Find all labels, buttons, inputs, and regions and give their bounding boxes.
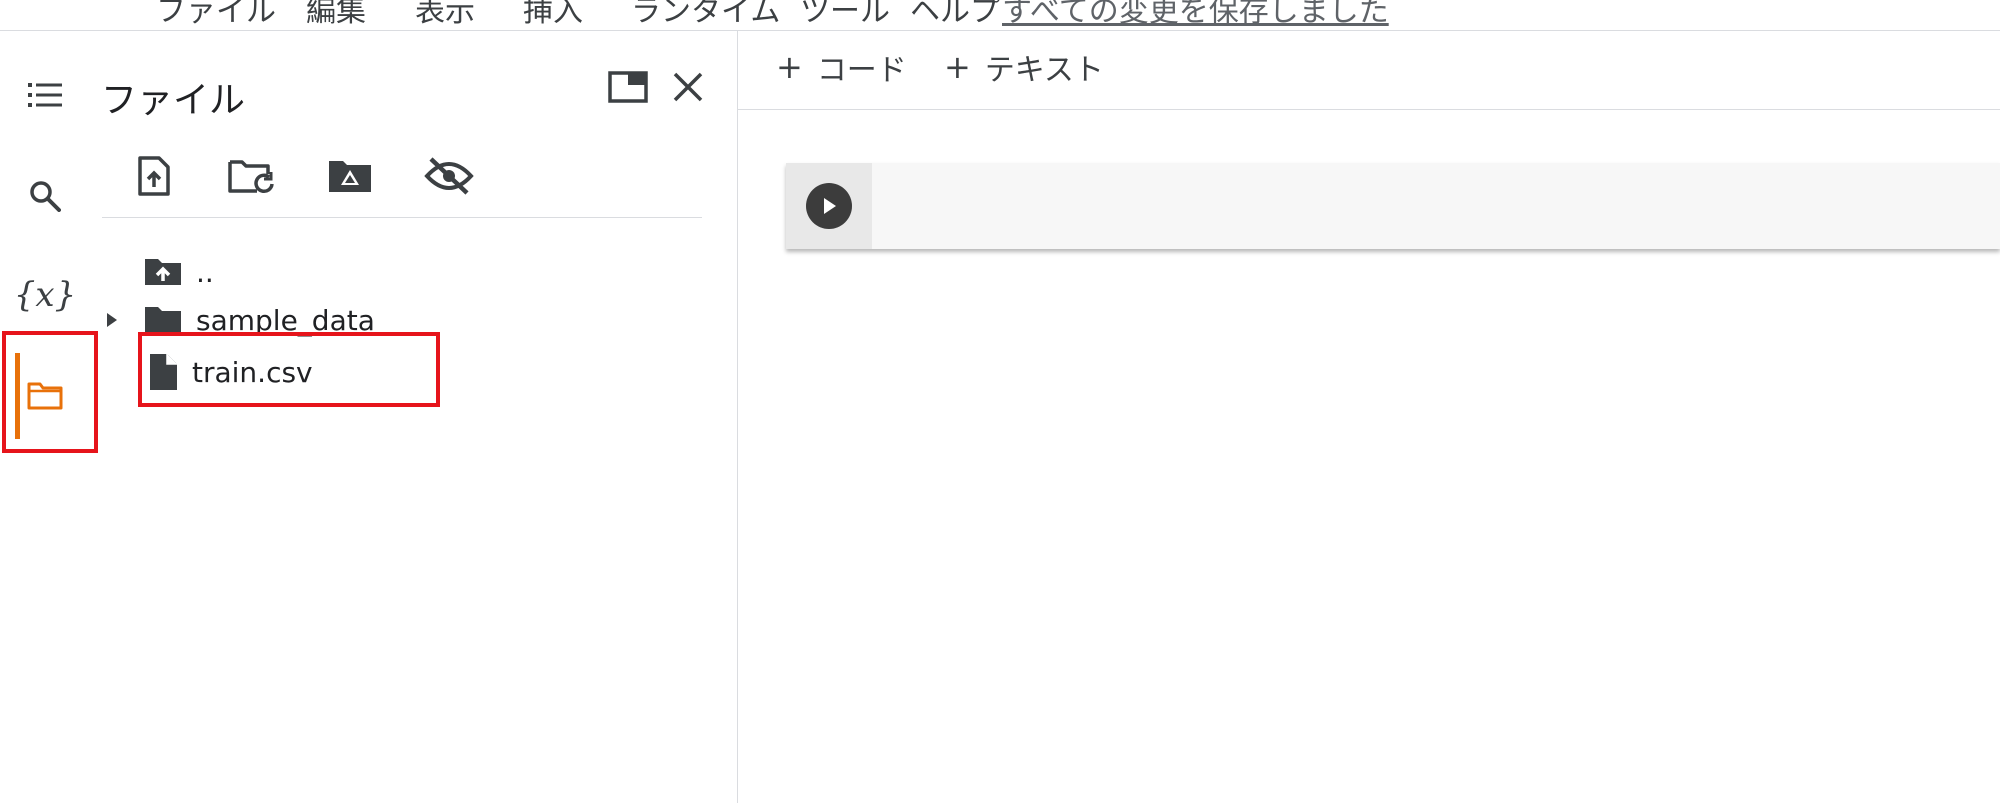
- plus-icon: +: [944, 48, 971, 86]
- close-icon: [673, 72, 703, 102]
- variables-icon: {x}: [13, 275, 77, 315]
- add-code-cell-button[interactable]: + コード: [776, 45, 907, 89]
- toolbar-divider: [102, 217, 702, 218]
- tree-row-sample-data[interactable]: sample_data: [102, 297, 375, 343]
- play-icon: [824, 198, 836, 214]
- menu-runtime[interactable]: ランタイム: [631, 0, 780, 30]
- tree-label-sample-data: sample_data: [196, 303, 375, 337]
- parent-folder-icon: [145, 259, 181, 285]
- folder-icon: [27, 382, 63, 410]
- add-text-label: テキスト: [984, 53, 1104, 88]
- notebook-area: + コード + テキスト: [738, 31, 2000, 803]
- file-icon: [150, 354, 177, 390]
- menu-bar: ファイル 編集 表示 挿入 ランタイム ツール ヘルプ すべての変更を保存しまし…: [0, 0, 2000, 31]
- hide-hidden-files-icon: [424, 157, 474, 195]
- tree-row-train-csv[interactable]: train.csv: [148, 349, 313, 395]
- plus-icon: +: [776, 48, 803, 86]
- cell-gutter: [786, 163, 872, 249]
- menu-help[interactable]: ヘルプ: [910, 0, 1000, 30]
- upload-file-icon: [138, 156, 170, 196]
- menu-insert[interactable]: 挿入: [523, 0, 583, 30]
- upload-file-button[interactable]: [129, 151, 179, 201]
- variables-button[interactable]: {x}: [13, 266, 77, 324]
- add-text-cell-button[interactable]: + テキスト: [944, 45, 1104, 89]
- tree-row-parent[interactable]: ..: [144, 249, 214, 295]
- toggle-hidden-files-button[interactable]: [424, 151, 474, 201]
- tree-label-train-csv: train.csv: [192, 355, 313, 389]
- search-icon: [30, 181, 61, 212]
- open-in-tab-button[interactable]: [603, 62, 653, 112]
- notebook-toolbar: + コード + テキスト: [738, 31, 2000, 110]
- menu-view[interactable]: 表示: [415, 0, 475, 30]
- left-rail: {x}: [0, 31, 98, 803]
- files-panel-title: ファイル: [101, 80, 246, 121]
- search-button[interactable]: [16, 167, 74, 225]
- refresh-folder-icon: [228, 160, 274, 194]
- code-cell[interactable]: [786, 163, 2000, 249]
- expand-arrow-icon: [107, 313, 117, 327]
- close-panel-button[interactable]: [663, 62, 713, 112]
- save-status-link[interactable]: すべての変更を保存しました: [1002, 0, 1389, 30]
- refresh-button[interactable]: [226, 151, 276, 201]
- run-cell-button[interactable]: [806, 183, 852, 229]
- add-code-label: コード: [816, 53, 907, 88]
- menu-edit[interactable]: 編集: [306, 0, 366, 30]
- menu-file[interactable]: ファイル: [156, 0, 276, 30]
- mount-drive-button[interactable]: [325, 151, 375, 201]
- tree-label-parent: ..: [196, 255, 214, 289]
- open-in-tab-icon: [608, 71, 648, 103]
- menu-tools[interactable]: ツール: [800, 0, 890, 30]
- table-of-contents-icon: [28, 83, 62, 107]
- folder-icon: [145, 307, 181, 333]
- files-panel: ファイル .. sample_data train.csv: [92, 31, 738, 803]
- files-button[interactable]: [16, 366, 74, 424]
- mount-drive-icon: [329, 161, 371, 192]
- table-of-contents-button[interactable]: [16, 66, 74, 124]
